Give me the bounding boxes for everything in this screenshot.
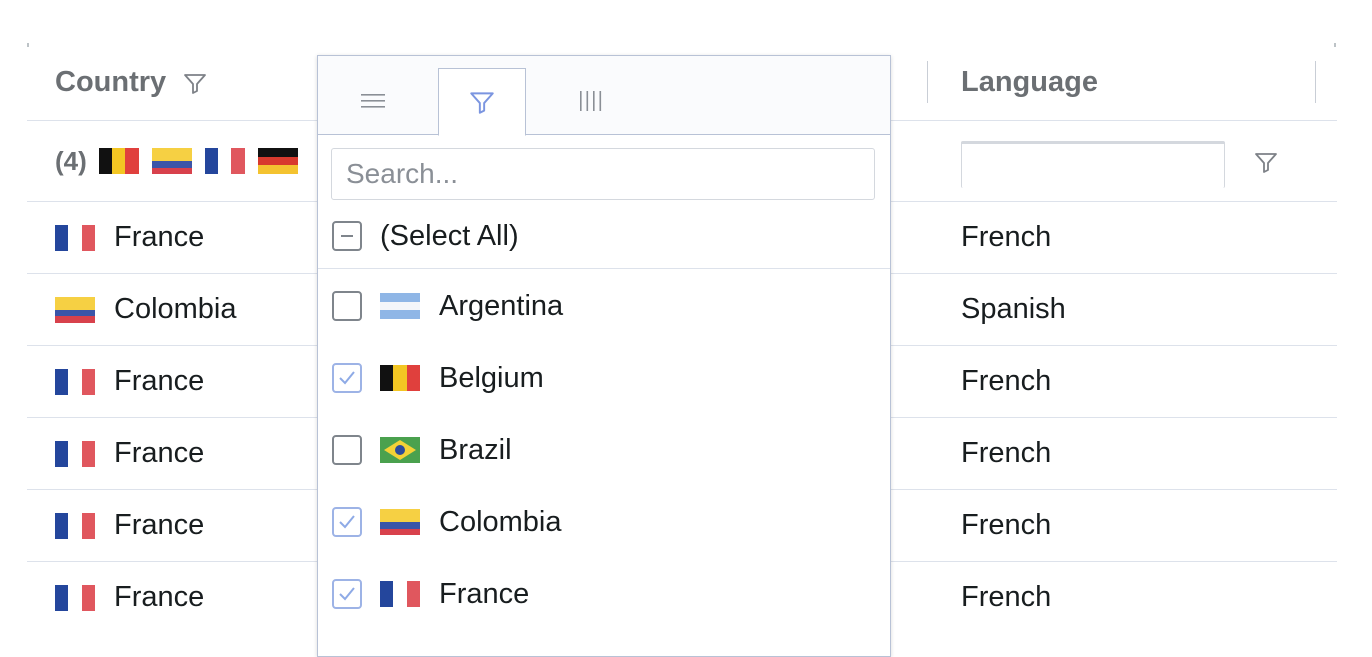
country-cell: France [55,418,204,489]
country-name: France [114,581,205,613]
country-name: France [114,221,205,253]
columns-icon [580,91,602,111]
item-checkbox[interactable] [332,363,362,393]
filter-list-item[interactable]: Brazil [318,414,890,486]
item-label: Argentina [439,289,564,322]
france-flag-icon [380,581,420,607]
belgium-flag-icon [380,365,420,391]
column-resize-handle[interactable] [1315,61,1316,103]
filter-icon[interactable] [182,70,208,96]
item-checkbox[interactable] [332,579,362,609]
item-checkbox[interactable] [332,435,362,465]
tab-general-menu[interactable] [330,68,416,134]
france-flag-icon [55,512,95,539]
checkmark-icon [339,515,355,529]
country-cell: France [55,562,204,633]
item-label: Belgium [439,361,544,394]
column-filter-popup: (Select All) Argentina Belgium Brazil Co… [317,55,891,657]
france-flag-icon [55,584,95,611]
language-cell: French [961,581,1052,613]
france-flag-icon [55,224,95,251]
menu-icon [361,94,385,108]
checkmark-icon [339,587,355,601]
item-label: Colombia [439,505,562,538]
language-cell: Spanish [961,293,1066,325]
search-input[interactable] [332,149,874,199]
filter-list-item[interactable]: Argentina [318,270,890,342]
select-all-row[interactable]: (Select All) [318,204,890,269]
belgium-flag-icon [98,148,139,174]
brazil-flag-icon [380,437,420,463]
country-cell: Colombia [55,274,237,345]
select-all-checkbox[interactable] [332,221,362,251]
country-name: France [114,365,205,397]
popup-tab-bar [318,56,890,136]
tab-columns[interactable] [548,68,634,134]
language-filter-input[interactable] [961,141,1225,188]
filter-list-item[interactable]: Belgium [318,342,890,414]
item-checkbox[interactable] [332,291,362,321]
colombia-flag-icon [151,148,192,174]
column-header-country[interactable]: Country [55,45,208,120]
tab-filter[interactable] [438,68,526,136]
column-header-label: Language [961,66,1098,98]
column-header-label: Country [55,66,167,98]
language-cell: French [961,365,1052,397]
item-label: Brazil [439,433,512,466]
country-name: Colombia [114,293,237,325]
country-cell: France [55,202,204,273]
filter-icon [470,92,494,114]
france-flag-icon [55,440,95,467]
column-resize-handle[interactable] [927,61,928,103]
language-cell: French [961,437,1052,469]
germany-flag-icon [257,148,298,175]
indeterminate-icon [341,235,353,237]
filter-list-item[interactable]: France [318,558,890,630]
item-checkbox[interactable] [332,507,362,537]
country-name: France [114,437,205,469]
filter-search-box[interactable] [331,148,875,200]
language-cell: French [961,221,1052,253]
country-filter-summary[interactable]: (4) [55,121,311,201]
argentina-flag-icon [380,293,420,320]
language-cell: French [961,509,1052,541]
country-cell: France [55,346,204,417]
country-cell: France [55,490,204,561]
colombia-flag-icon [55,296,95,323]
filter-count: (4) [55,145,87,176]
colombia-flag-icon [380,509,420,535]
column-header-language[interactable]: Language [961,45,1098,120]
checkmark-icon [339,371,355,385]
item-label: France [439,577,530,610]
france-flag-icon [204,148,245,174]
france-flag-icon [55,368,95,395]
filter-icon[interactable] [1253,149,1279,175]
select-all-label: (Select All) [380,219,519,252]
filter-list-item[interactable]: Colombia [318,486,890,558]
country-name: France [114,509,205,541]
